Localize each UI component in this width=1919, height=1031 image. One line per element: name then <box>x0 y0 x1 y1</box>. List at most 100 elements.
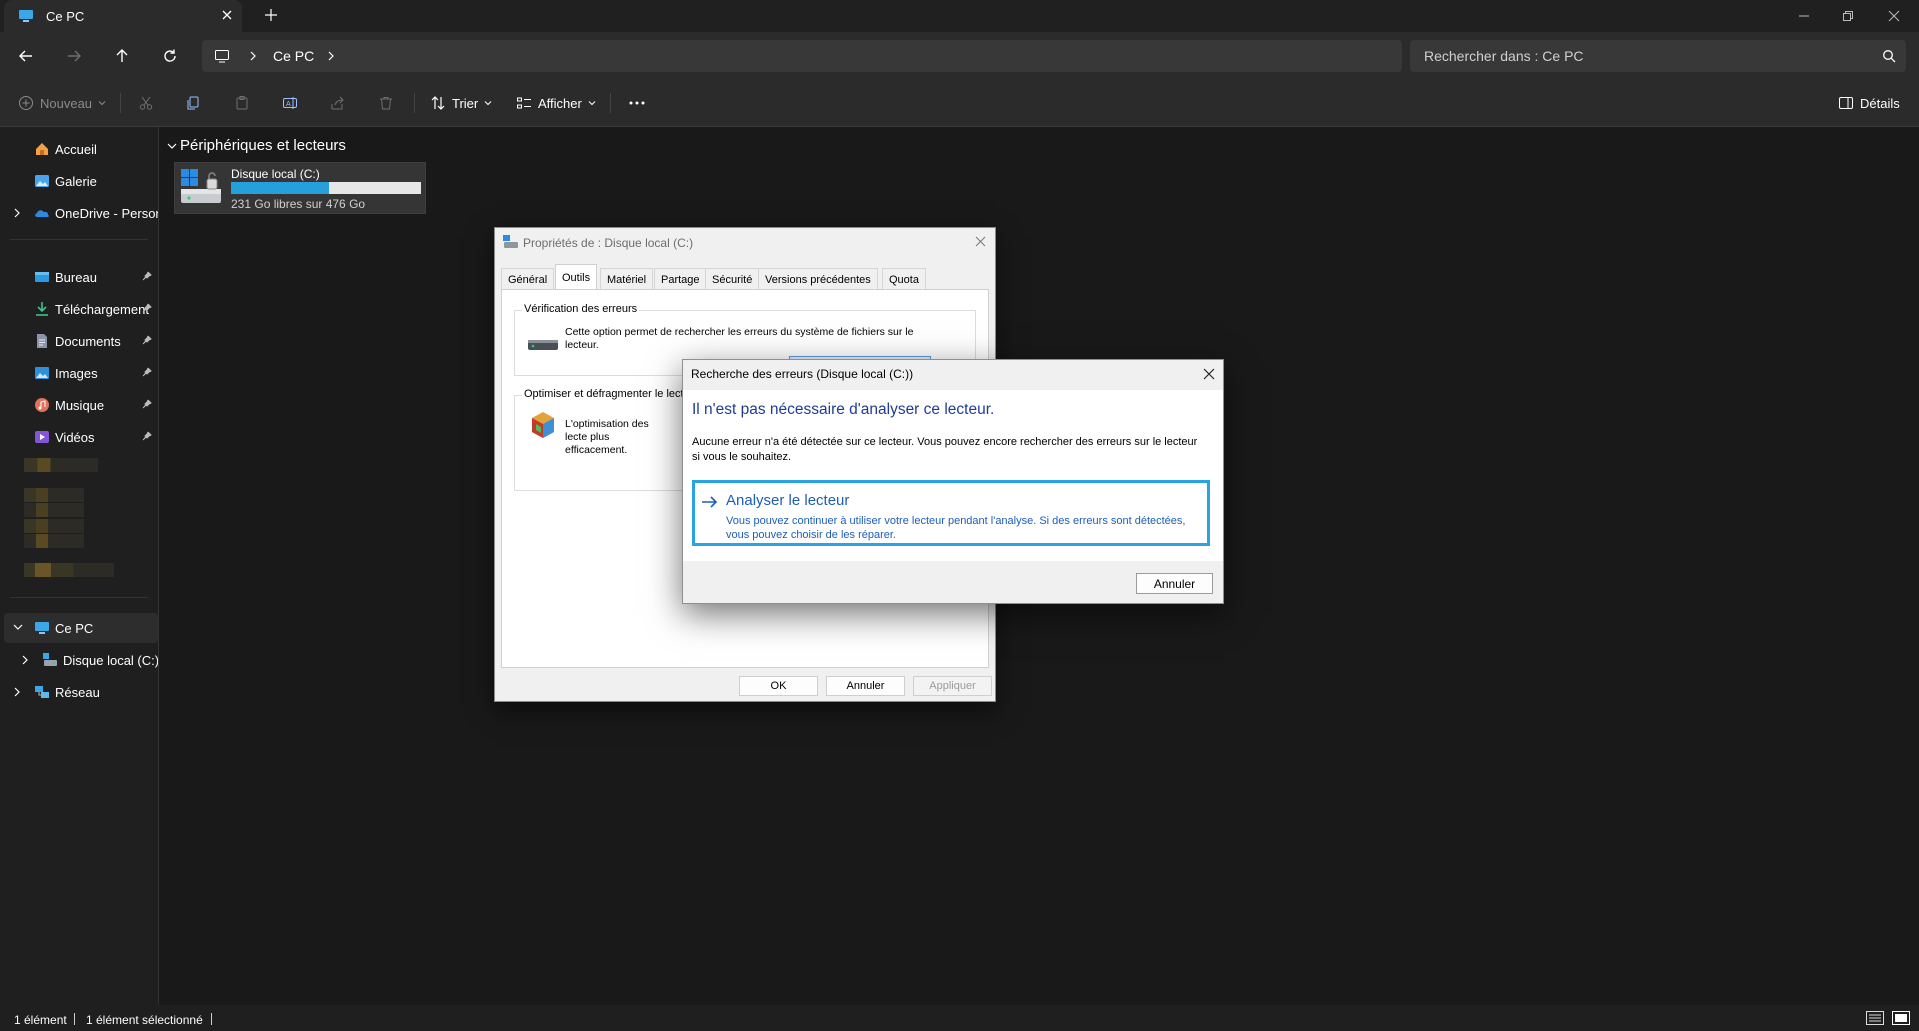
more-options-button[interactable] <box>628 92 646 114</box>
sidebar-item-documents[interactable]: Documents <box>0 326 158 356</box>
optimize-group-title: Optimiser et défragmenter le lecte <box>522 388 692 400</box>
sidebar-item-reseau[interactable]: Réseau <box>0 677 158 707</box>
sidebar-item-accueil[interactable]: Accueil <box>0 134 158 164</box>
chevron-down-icon <box>588 101 596 106</box>
drive-tile-c[interactable]: Disque local (C:) 231 Go libres sur 476 … <box>174 162 426 214</box>
new-button[interactable]: Nouveau <box>18 92 106 114</box>
view-label: Afficher <box>538 95 582 111</box>
chevron-right-icon[interactable] <box>12 207 22 219</box>
tab-versions-precedentes[interactable]: Versions précédentes <box>758 268 878 291</box>
view-list-icon <box>517 97 531 109</box>
error-dialog-title: Recherche des erreurs (Disque local (C:)… <box>691 367 914 381</box>
search-input[interactable]: Rechercher dans : Ce PC <box>1410 40 1906 72</box>
tab-ce-pc[interactable]: Ce PC <box>4 0 242 32</box>
pictures-icon <box>34 365 50 381</box>
search-icon[interactable] <box>1882 49 1896 63</box>
sidebar-item-ce-pc[interactable]: Ce PC <box>4 613 158 643</box>
sidebar-item-label: Ce PC <box>55 621 94 636</box>
back-arrow-icon[interactable] <box>14 44 38 68</box>
search-placeholder: Rechercher dans : Ce PC <box>1424 48 1584 64</box>
drive-icon <box>179 167 223 207</box>
pin-icon[interactable] <box>142 399 152 409</box>
pin-icon[interactable] <box>142 431 152 441</box>
chevron-right-icon[interactable] <box>20 654 30 666</box>
copy-button[interactable] <box>185 92 201 114</box>
sidebar-item-telechargement[interactable]: Téléchargement <box>0 294 158 324</box>
close-icon[interactable] <box>1203 368 1215 380</box>
gallery-icon <box>34 173 50 189</box>
sidebar-item-label: Téléchargement <box>55 302 149 317</box>
title-bar: Ce PC <box>0 0 1919 32</box>
details-pane-icon <box>1839 97 1853 109</box>
error-dialog-body: Il n'est pas nécessaire d'analyser ce le… <box>683 390 1223 561</box>
redacted-folder <box>24 488 84 502</box>
tab-quota[interactable]: Quota <box>882 268 926 291</box>
pin-icon[interactable] <box>142 303 152 313</box>
forward-arrow-icon[interactable] <box>62 44 86 68</box>
paste-button[interactable] <box>234 92 250 114</box>
breadcrumb-chevron-icon[interactable] <box>326 49 336 63</box>
sidebar-item-galerie[interactable]: Galerie <box>0 166 158 196</box>
rename-button[interactable]: A <box>282 92 298 114</box>
onedrive-icon <box>34 205 50 221</box>
chevron-right-icon[interactable] <box>12 686 22 698</box>
tiles-view-icon[interactable] <box>1892 1011 1910 1025</box>
apply-button[interactable]: Appliquer <box>913 676 992 696</box>
tab-general[interactable]: Général <box>501 268 555 291</box>
minimize-icon[interactable] <box>1794 6 1814 26</box>
sidebar-item-images[interactable]: Images <box>0 358 158 388</box>
sidebar-item-disque-local[interactable]: Disque local (C:) <box>0 645 158 675</box>
cancel-button[interactable]: Annuler <box>826 676 905 696</box>
tab-securite[interactable]: Sécurité <box>705 268 760 291</box>
cut-button[interactable] <box>138 92 154 114</box>
copy-icon <box>187 96 199 110</box>
pin-icon[interactable] <box>142 271 152 281</box>
navigation-pane: Accueil Galerie OneDrive - Persona Burea… <box>0 127 159 1005</box>
new-tab-button[interactable] <box>264 8 278 22</box>
sidebar-item-label: Images <box>55 366 98 381</box>
new-plus-icon <box>19 96 33 110</box>
tab-materiel[interactable]: Matériel <box>600 268 654 291</box>
sidebar-item-videos[interactable]: Vidéos <box>0 422 158 452</box>
cancel-button[interactable]: Annuler <box>1136 573 1213 594</box>
tab-partage[interactable]: Partage <box>654 268 707 291</box>
collapse-chevron-icon[interactable] <box>166 141 178 151</box>
close-icon[interactable] <box>975 236 986 247</box>
network-icon <box>34 684 50 700</box>
close-window-icon[interactable] <box>1884 6 1904 26</box>
ok-button[interactable]: OK <box>739 676 818 696</box>
breadcrumb-current[interactable]: Ce PC <box>273 48 314 64</box>
sort-button[interactable]: Trier <box>430 92 492 114</box>
sidebar-item-musique[interactable]: Musique <box>0 390 158 420</box>
home-icon <box>34 141 50 157</box>
tab-close-icon[interactable] <box>220 8 234 22</box>
restore-icon[interactable] <box>1838 6 1858 26</box>
chevron-down-icon[interactable] <box>12 622 24 632</box>
more-dots-icon <box>629 101 645 105</box>
address-row: Ce PC Rechercher dans : Ce PC <box>0 32 1919 80</box>
desktop-folder-icon <box>34 269 50 285</box>
tab-outils[interactable]: Outils <box>555 264 598 291</box>
toolbar-divider <box>120 93 121 113</box>
delete-button[interactable] <box>378 92 394 114</box>
arrow-right-icon <box>701 494 719 510</box>
redacted-folder <box>24 534 84 548</box>
sidebar-divider <box>10 597 148 598</box>
pin-icon[interactable] <box>142 367 152 377</box>
sidebar-item-onedrive[interactable]: OneDrive - Persona <box>0 198 158 228</box>
details-button[interactable]: Détails <box>1838 92 1900 114</box>
view-button[interactable]: Afficher <box>516 92 596 114</box>
share-button[interactable] <box>330 92 346 114</box>
status-divider <box>74 1013 75 1025</box>
scan-drive-command-link[interactable]: Analyser le lecteur Vous pouvez continue… <box>692 480 1210 546</box>
sidebar-item-label: Accueil <box>55 142 97 157</box>
sidebar-item-bureau[interactable]: Bureau <box>0 262 158 292</box>
item-count: 1 élément <box>14 1013 67 1027</box>
details-view-icon[interactable] <box>1866 1011 1884 1025</box>
refresh-icon[interactable] <box>158 44 182 68</box>
pin-icon[interactable] <box>142 335 152 345</box>
section-title[interactable]: Périphériques et lecteurs <box>180 137 346 154</box>
sidebar-item-label: Réseau <box>55 685 100 700</box>
address-bar[interactable]: Ce PC <box>202 40 1402 72</box>
up-arrow-icon[interactable] <box>110 44 134 68</box>
